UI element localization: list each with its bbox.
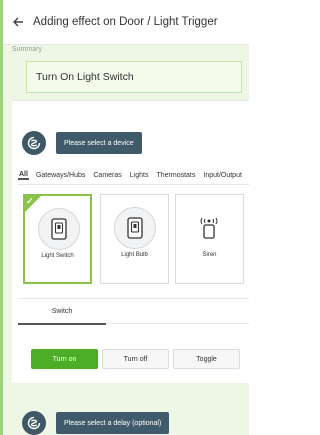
device-card-label: Light Bulb bbox=[121, 252, 148, 258]
turn-on-button[interactable]: Turn on bbox=[31, 349, 98, 369]
tab-divider bbox=[106, 323, 249, 324]
smartthings-icon bbox=[22, 131, 46, 155]
select-device-button[interactable]: Please select a device bbox=[56, 132, 142, 154]
device-step: Please select a device bbox=[22, 131, 142, 155]
switch-icon bbox=[38, 208, 80, 250]
smartthings-icon bbox=[22, 411, 46, 435]
select-delay-button[interactable]: Please select a delay (optional) bbox=[56, 412, 170, 434]
tab-lights[interactable]: Lights bbox=[129, 172, 150, 179]
summary-value: Turn On Light Switch bbox=[36, 71, 134, 83]
device-category-tabs: All Gateways/Hubs Cameras Lights Thermos… bbox=[18, 166, 249, 185]
delay-step: Please select a delay (optional) bbox=[22, 411, 170, 435]
device-card-light-bulb[interactable]: Light Bulb bbox=[100, 194, 169, 284]
tab-gateways-hubs[interactable]: Gateways/Hubs bbox=[35, 172, 86, 179]
summary-box: Turn On Light Switch bbox=[26, 61, 242, 93]
top-bar: Adding effect on Door / Light Trigger bbox=[3, 0, 249, 45]
summary-label: Summary bbox=[12, 46, 42, 53]
turn-off-button[interactable]: Turn off bbox=[102, 349, 169, 369]
arrow-left-icon[interactable] bbox=[3, 0, 33, 44]
check-icon: ✓ bbox=[26, 196, 34, 206]
tab-input-output[interactable]: Input/Output bbox=[202, 172, 243, 179]
toggle-button[interactable]: Toggle bbox=[173, 349, 240, 369]
tab-switch[interactable]: Switch bbox=[18, 299, 106, 325]
tab-cameras[interactable]: Cameras bbox=[92, 172, 122, 179]
siren-icon bbox=[189, 207, 229, 247]
tab-all[interactable]: All bbox=[18, 171, 29, 180]
tab-thermostats[interactable]: Thermostats bbox=[155, 172, 196, 179]
device-card-label: Siren bbox=[202, 252, 217, 258]
page-title: Adding effect on Door / Light Trigger bbox=[33, 16, 218, 28]
device-card-label: Light Switch bbox=[41, 253, 74, 259]
switch-icon bbox=[114, 207, 156, 249]
switch-section: Switch Turn on Turn off Toggle bbox=[18, 298, 249, 379]
device-card-light-switch[interactable]: ✓ Light Switch bbox=[23, 194, 92, 284]
device-card-siren[interactable]: Siren bbox=[175, 194, 244, 284]
